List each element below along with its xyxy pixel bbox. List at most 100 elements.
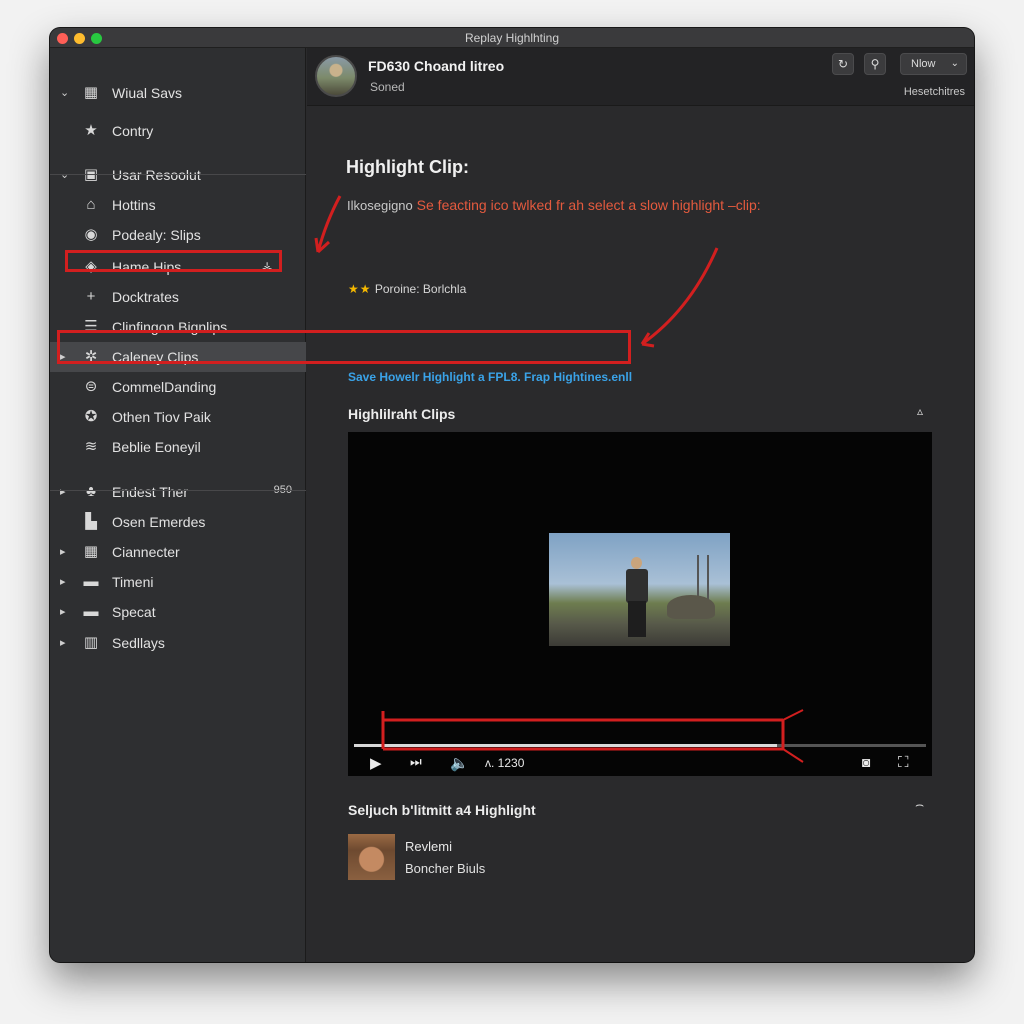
sidebar-item-label: Beblie Eoneyil bbox=[112, 439, 201, 455]
progress-bar[interactable] bbox=[354, 744, 926, 747]
sidebar-divider bbox=[50, 490, 306, 491]
sidebar-item[interactable]: ◈ Hame Hips ⚶ bbox=[50, 252, 306, 282]
chevron-icon[interactable]: ▸ bbox=[60, 485, 66, 498]
video-player[interactable]: ▶ ⏭ 🔈 ʌ. 1230 ◙ ⛶ bbox=[348, 432, 932, 776]
sidebar-item[interactable]: + Docktrates bbox=[50, 282, 306, 312]
sidebar-item[interactable]: ☰ Clinfingon Bignlips bbox=[50, 312, 306, 342]
sidebar-item-label: Timeni bbox=[112, 574, 154, 590]
chevron-icon[interactable]: ▸ bbox=[60, 545, 66, 558]
sidebar-item-label: Podealy: Slips bbox=[112, 227, 201, 243]
rating: ★★ Poroine: Borlchla bbox=[348, 282, 466, 296]
search-highlight-title: Seljuch b'litmitt a4 Highlight bbox=[348, 802, 536, 818]
header-bar: FD630 Choand litreo Soned ↻ ⚲ Nlow ⌄ Hes… bbox=[307, 48, 974, 106]
refresh-button[interactable]: ↻ bbox=[832, 53, 854, 75]
folder-icon: ▬ bbox=[83, 573, 99, 590]
camera-icon: ◙ bbox=[862, 754, 871, 770]
sidebar-item[interactable]: ⌂ Hottins bbox=[50, 190, 306, 220]
badge-icon: ✪ bbox=[84, 408, 98, 425]
view-select[interactable]: Nlow ⌄ bbox=[900, 53, 967, 75]
comment-text: Boncher Biuls bbox=[405, 861, 486, 876]
sidebar-item[interactable]: ▙ Osen Emerdes bbox=[50, 507, 306, 537]
sidebar-divider bbox=[50, 174, 306, 175]
instruction-body: Se feacting ico twlked fr ah select a sl… bbox=[416, 197, 761, 213]
sidebar-item-label: Osen Emerdes bbox=[112, 514, 206, 530]
chevron-icon[interactable]: ▸ bbox=[60, 575, 66, 588]
collapse-tilde-icon[interactable]: ⌢ bbox=[915, 796, 924, 813]
header-right-label[interactable]: Hesetchitres bbox=[904, 86, 965, 98]
sidebar-item[interactable]: ▸ ▥ Sedllays bbox=[50, 628, 306, 658]
fullscreen-icon: ⛶ bbox=[898, 754, 909, 771]
play-icon: ▶ bbox=[370, 755, 382, 772]
chevron-icon[interactable]: ▸ bbox=[60, 605, 66, 618]
chevron-down-icon: ⌄ bbox=[950, 58, 959, 69]
channel-subtitle: Soned bbox=[370, 80, 405, 94]
clips-title: Highlilraht Clips bbox=[348, 406, 456, 422]
sidebar-item-label: CommelDanding bbox=[112, 379, 217, 395]
instruction-text: Ilkosegigno Se feacting ico twlked fr ah… bbox=[347, 197, 761, 213]
person-icon: ⚲ bbox=[870, 57, 880, 71]
comment-author: Revlemi bbox=[405, 839, 452, 854]
view-select-value: Nlow bbox=[911, 58, 936, 70]
sidebar-item-label: Ciannecter bbox=[112, 544, 180, 560]
settings-icon: ✲ bbox=[84, 348, 98, 365]
channel-avatar[interactable] bbox=[315, 55, 357, 97]
sidebar-item-label: Usar Resoolut bbox=[112, 167, 201, 183]
sidebar-item[interactable]: ▸ ▦ Ciannecter bbox=[50, 537, 306, 567]
sidebar-item[interactable]: ⌄ ▣ Usar Resoolut bbox=[50, 160, 306, 190]
app-window: Replay Highlhting ⌄ ▦ Wiual Savs ★ Contry ⌄ ▣ U… bbox=[50, 28, 974, 962]
sidebar-item[interactable]: ◉ Podealy: Slips bbox=[50, 220, 306, 250]
list-icon: ☰ bbox=[84, 318, 98, 335]
screenshot-button[interactable]: ◙ bbox=[862, 754, 870, 770]
home-icon: ⌂ bbox=[86, 196, 96, 213]
chevron-icon[interactable]: ▸ bbox=[60, 636, 66, 649]
channel-title: FD630 Choand litreo bbox=[368, 58, 505, 74]
stack-icon: ≋ bbox=[84, 438, 98, 455]
chevron-icon[interactable]: ⌄ bbox=[60, 86, 69, 99]
window-title: Replay Highlhting bbox=[464, 31, 560, 45]
gallery-icon: ▦ bbox=[83, 84, 99, 101]
sidebar-item[interactable]: ✪ Othen Tiov Paik bbox=[50, 402, 306, 432]
sidebar-item[interactable]: ▸ ▬ Specat bbox=[50, 597, 306, 627]
folder-icon: ▣ bbox=[83, 166, 99, 183]
rating-text: Poroine: Borlchla bbox=[374, 282, 467, 296]
title-bar: Replay Highlhting bbox=[50, 28, 974, 48]
play-button[interactable]: ▶ bbox=[370, 754, 382, 772]
star-icon: ★ bbox=[84, 122, 98, 139]
save-highlight-link[interactable]: Save Howelr Highlight a FPL8. Frap Hight… bbox=[348, 370, 632, 384]
sidebar-item-label: Clinfingon Bignlips bbox=[112, 319, 228, 335]
sidebar-item-label: Sedllays bbox=[112, 635, 165, 651]
lock-icon: ▙ bbox=[85, 513, 97, 530]
volume-button[interactable]: 🔈 bbox=[450, 754, 469, 772]
sidebar-item-label: Othen Tiov Paik bbox=[112, 409, 211, 425]
instruction-prefix: Ilkosegigno bbox=[347, 198, 413, 213]
progress-fill bbox=[354, 744, 778, 747]
chevron-icon[interactable]: ▸ bbox=[60, 350, 66, 363]
sidebar-item[interactable]: ▸ ♣ Endest Ther 950 bbox=[50, 477, 306, 507]
video-thumbnail[interactable] bbox=[549, 533, 730, 646]
sidebar-item[interactable]: ⊜ CommelDanding bbox=[50, 372, 306, 402]
sidebar-item-label: Hottins bbox=[112, 197, 156, 213]
sidebar-item-label: Contry bbox=[112, 123, 154, 139]
sidebar-item[interactable]: ▸ ✲ Caleney Clips bbox=[50, 342, 306, 372]
sidebar-item[interactable]: ⌄ ▦ Wiual Savs bbox=[50, 78, 306, 108]
section-title: Highlight Clip: bbox=[346, 157, 469, 177]
fullscreen-button[interactable]: ⛶ bbox=[898, 754, 909, 771]
comment-avatar[interactable] bbox=[348, 834, 395, 880]
sidebar-item-label: Wiual Savs bbox=[112, 85, 183, 101]
folder-icon: ▬ bbox=[83, 603, 99, 620]
sidebar-item-label: Specat bbox=[112, 604, 156, 620]
sidebar-item-label: Hame Hips bbox=[112, 259, 182, 275]
sidebar-item-label: Caleney Clips bbox=[112, 349, 199, 365]
collapse-caret-icon[interactable]: ▵ bbox=[917, 404, 923, 418]
sidebar: ⌄ ▦ Wiual Savs ★ Contry ⌄ ▣ Usar Resoolut ⌂ Hotti… bbox=[50, 48, 306, 962]
time-label: ʌ. 1230 bbox=[485, 756, 525, 770]
sidebar-item[interactable]: ▸ ▬ Timeni bbox=[50, 567, 306, 597]
user-button[interactable]: ⚲ bbox=[864, 53, 886, 75]
sidebar-item[interactable]: ★ Contry bbox=[50, 116, 306, 146]
hanger-icon[interactable]: ⚶ bbox=[262, 259, 272, 273]
sidebar-item[interactable]: ≋ Beblie Eoneyil bbox=[50, 432, 306, 462]
star-icon: ★★ bbox=[348, 282, 372, 296]
books-icon: ▥ bbox=[83, 634, 99, 651]
next-button[interactable]: ⏭ bbox=[410, 754, 422, 770]
plus-icon: + bbox=[86, 288, 96, 305]
